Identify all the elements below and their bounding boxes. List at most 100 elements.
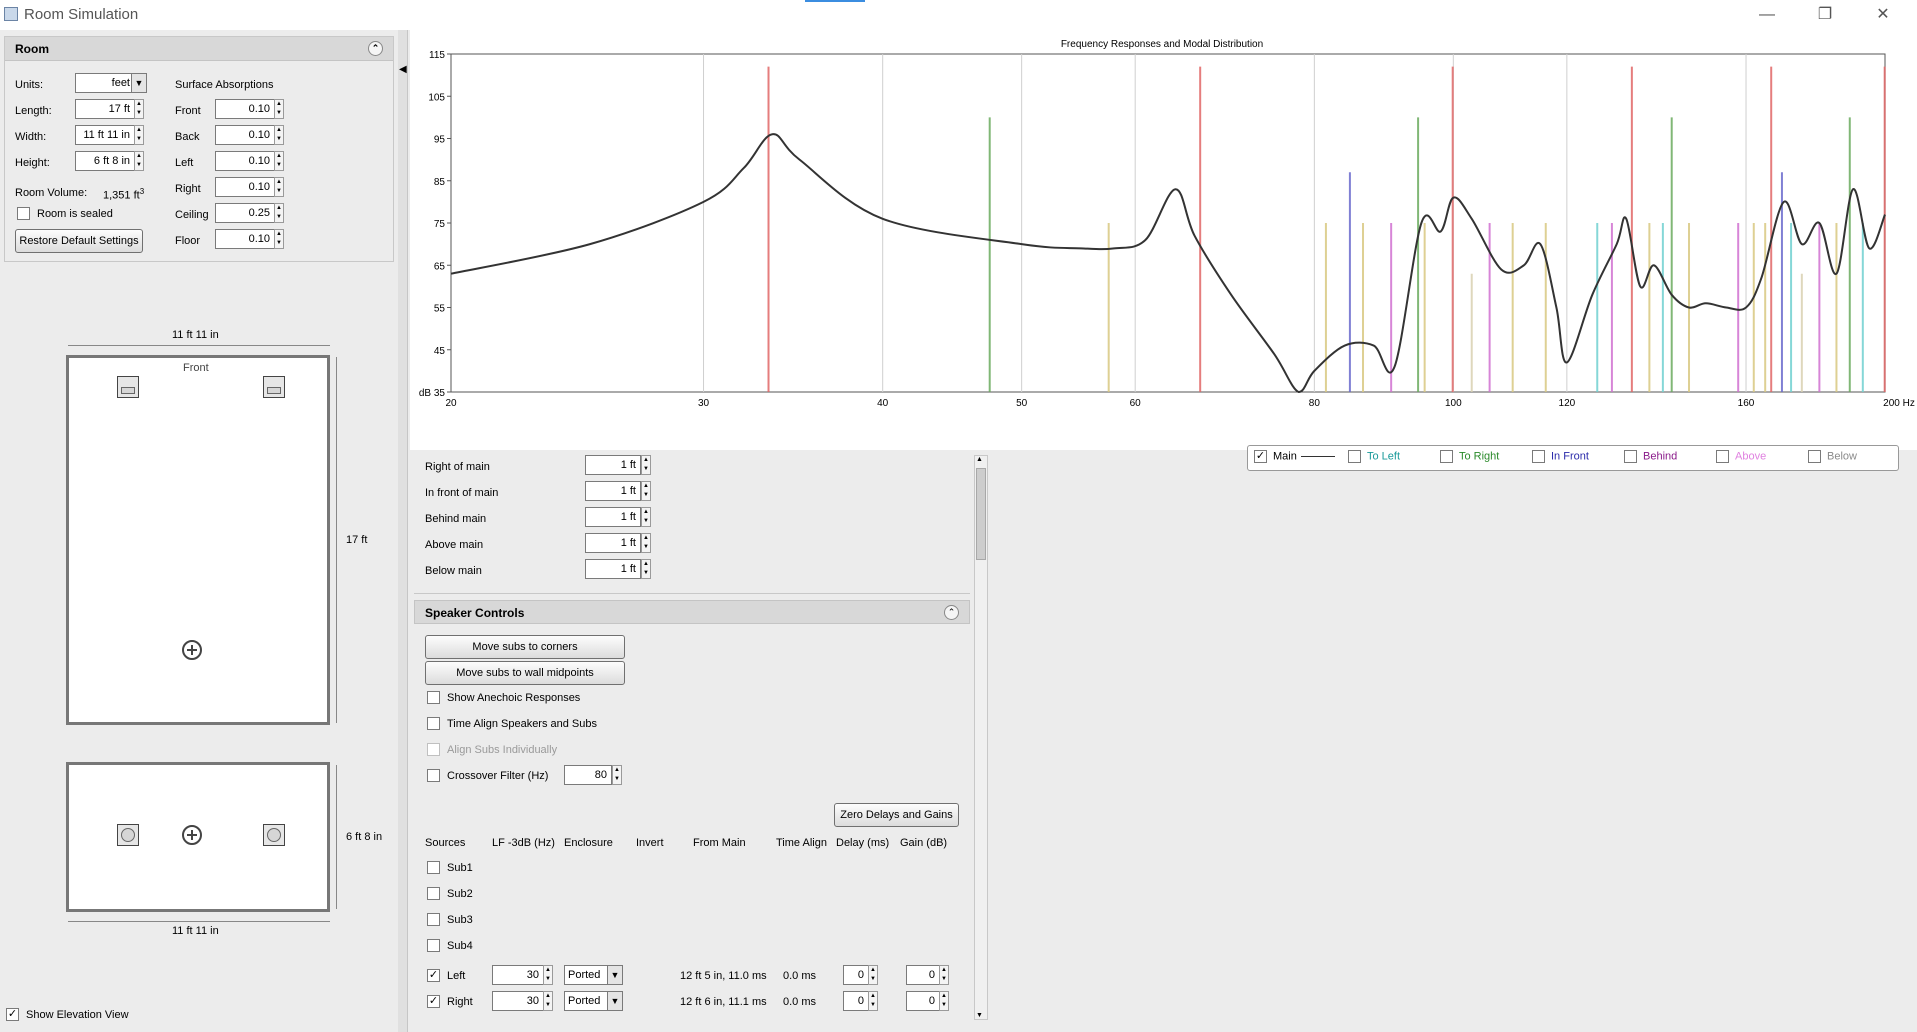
enclosure-select[interactable]: Ported (564, 965, 608, 985)
close-button[interactable]: ✕ (1870, 4, 1896, 26)
speaker-controls-title: Speaker Controls (425, 606, 525, 620)
scroll-thumb[interactable] (976, 468, 986, 560)
collapse-left-icon[interactable]: ◀ (399, 64, 407, 75)
room-panel-header[interactable]: Room ⌃ (5, 37, 393, 61)
legend-item[interactable]: To Right (1440, 450, 1499, 463)
gain-spinner[interactable]: ▲ ▼ (939, 965, 949, 985)
gain-spinner[interactable]: ▲ ▼ (939, 991, 949, 1011)
offset-spinner[interactable]: ▲ ▼ (641, 455, 651, 475)
enclosure-select[interactable]: Ported (564, 991, 608, 1011)
legend-checkbox[interactable] (1808, 450, 1821, 463)
units-select[interactable]: feet (75, 73, 135, 93)
collapse-icon[interactable]: ⌃ (368, 41, 383, 56)
collapse-icon[interactable]: ⌃ (944, 605, 959, 620)
offset-spinner[interactable]: ▲ ▼ (641, 481, 651, 501)
absorption-spinner[interactable]: ▲ ▼ (274, 177, 284, 197)
scroll-up-icon[interactable]: ▲ (976, 456, 983, 463)
right-speaker-icon[interactable] (263, 824, 285, 846)
legend-checkbox[interactable]: ✓ (1254, 450, 1267, 463)
lf-spinner[interactable]: ▲ ▼ (543, 965, 553, 985)
height-spinner[interactable]: ▲ ▼ (134, 151, 144, 171)
delay-field[interactable]: 0 (843, 991, 869, 1011)
show-elevation-checkbox[interactable]: ✓ (6, 1008, 19, 1021)
legend-item[interactable]: In Front (1532, 450, 1589, 463)
time-align-checkbox[interactable] (427, 717, 440, 730)
crossover-spinner[interactable]: ▲ ▼ (612, 765, 622, 785)
absorption-spinner[interactable]: ▲ ▼ (274, 99, 284, 119)
left-speaker-icon[interactable] (117, 376, 139, 398)
chevron-down-icon[interactable]: ▼ (607, 991, 623, 1011)
legend-checkbox[interactable] (1440, 450, 1453, 463)
room-sealed-checkbox[interactable] (17, 207, 30, 220)
move-subs-midpoints-button[interactable]: Move subs to wall midpoints (425, 661, 625, 685)
legend-item[interactable]: To Left (1348, 450, 1400, 463)
offset-spinner[interactable]: ▲ ▼ (641, 533, 651, 553)
main-speaker-checkbox[interactable]: ✓ (427, 969, 440, 982)
lf-spinner[interactable]: ▲ ▼ (543, 991, 553, 1011)
lf-field[interactable]: 30 (492, 991, 544, 1011)
scroll-down-icon[interactable]: ▼ (976, 1012, 983, 1019)
minimize-button[interactable]: — (1754, 4, 1780, 26)
gain-field[interactable]: 0 (906, 991, 940, 1011)
length-field[interactable]: 17 ft (75, 99, 135, 119)
chevron-down-icon[interactable]: ▼ (131, 73, 147, 93)
offset-field[interactable]: 1 ft (585, 455, 641, 475)
crossover-checkbox[interactable] (427, 769, 440, 782)
absorption-field[interactable]: 0.10 (215, 125, 275, 145)
absorption-field[interactable]: 0.10 (215, 151, 275, 171)
restore-button[interactable]: ❐ (1812, 4, 1838, 26)
show-anechoic-checkbox[interactable] (427, 691, 440, 704)
width-field[interactable]: 11 ft 11 in (75, 125, 135, 145)
gain-field[interactable]: 0 (906, 965, 940, 985)
legend-checkbox[interactable] (1624, 450, 1637, 463)
offset-field[interactable]: 1 ft (585, 559, 641, 579)
legend-item[interactable]: Below (1808, 450, 1857, 463)
legend-checkbox[interactable] (1348, 450, 1361, 463)
legend-item[interactable]: Behind (1624, 450, 1677, 463)
speaker-controls-header[interactable]: Speaker Controls ⌃ (414, 600, 970, 624)
absorption-spinner[interactable]: ▲ ▼ (274, 229, 284, 249)
legend-checkbox[interactable] (1716, 450, 1729, 463)
delay-field[interactable]: 0 (843, 965, 869, 985)
main-speaker-checkbox[interactable]: ✓ (427, 995, 440, 1008)
absorption-spinner[interactable]: ▲ ▼ (274, 203, 284, 223)
sub-checkbox[interactable] (427, 887, 440, 900)
listener-icon[interactable] (182, 640, 202, 660)
delay-spinner[interactable]: ▲ ▼ (868, 965, 878, 985)
split-pane-divider[interactable]: ◀ (398, 30, 408, 1032)
align-subs-label: Align Subs Individually (447, 744, 558, 756)
listener-icon[interactable] (182, 825, 202, 845)
offset-field[interactable]: 1 ft (585, 533, 641, 553)
legend-item[interactable]: Above (1716, 450, 1766, 463)
sub-checkbox[interactable] (427, 913, 440, 926)
right-speaker-icon[interactable] (263, 376, 285, 398)
absorption-spinner[interactable]: ▲ ▼ (274, 125, 284, 145)
sub-checkbox[interactable] (427, 861, 440, 874)
sub-checkbox[interactable] (427, 939, 440, 952)
chevron-down-icon[interactable]: ▼ (607, 965, 623, 985)
offset-spinner[interactable]: ▲ ▼ (641, 507, 651, 527)
absorption-field[interactable]: 0.10 (215, 177, 275, 197)
left-speaker-icon[interactable] (117, 824, 139, 846)
delay-spinner[interactable]: ▲ ▼ (868, 991, 878, 1011)
lf-field[interactable]: 30 (492, 965, 544, 985)
height-field[interactable]: 6 ft 8 in (75, 151, 135, 171)
length-spinner[interactable]: ▲ ▼ (134, 99, 144, 119)
absorption-field[interactable]: 0.10 (215, 99, 275, 119)
from-main-value: 12 ft 5 in, 11.0 ms (680, 970, 767, 982)
legend-checkbox[interactable] (1532, 450, 1545, 463)
restore-defaults-button[interactable]: Restore Default Settings (15, 229, 143, 253)
controls-scrollbar[interactable]: ▲ ▼ (974, 455, 988, 1020)
offset-spinner[interactable]: ▲ ▼ (641, 559, 651, 579)
offset-field[interactable]: 1 ft (585, 481, 641, 501)
absorption-field[interactable]: 0.25 (215, 203, 275, 223)
zero-delays-button[interactable]: Zero Delays and Gains (834, 803, 959, 827)
x-tick-label: 30 (698, 398, 710, 409)
legend-item[interactable]: ✓ Main (1254, 450, 1335, 463)
absorption-spinner[interactable]: ▲ ▼ (274, 151, 284, 171)
offset-field[interactable]: 1 ft (585, 507, 641, 527)
crossover-field[interactable]: 80 (564, 765, 612, 785)
move-subs-corners-button[interactable]: Move subs to corners (425, 635, 625, 659)
width-spinner[interactable]: ▲ ▼ (134, 125, 144, 145)
absorption-field[interactable]: 0.10 (215, 229, 275, 249)
